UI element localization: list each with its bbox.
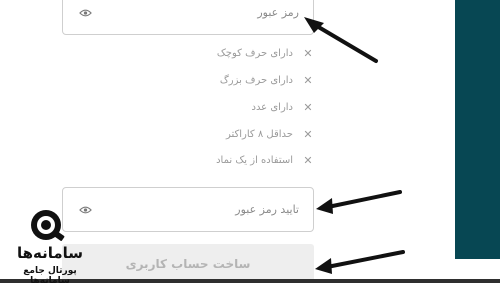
logo-icon [31, 210, 65, 241]
logo-tagline: پورتال جامع سامانه‌ها [23, 266, 77, 283]
arrowhead [315, 258, 332, 274]
arrowhead [316, 198, 333, 214]
arrow-to-password [308, 20, 378, 63]
arrow-to-button [320, 250, 405, 270]
arrow-to-confirm [321, 190, 402, 210]
logo-name: سامانه‌ها [16, 244, 84, 262]
watermark-logo: سامانه‌ها پورتال جامع سامانه‌ها [0, 208, 98, 283]
